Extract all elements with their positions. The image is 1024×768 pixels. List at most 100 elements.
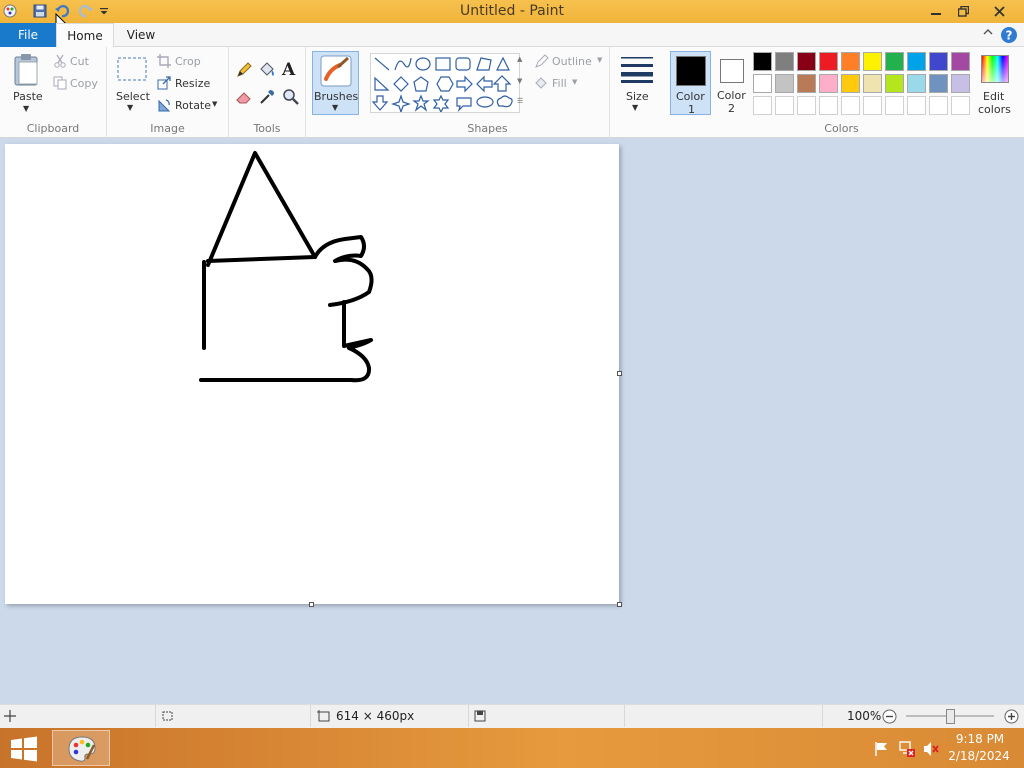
palette-swatch[interactable] (753, 52, 772, 71)
taskbar-paint-button[interactable] (52, 730, 110, 766)
palette-swatch[interactable] (775, 52, 794, 71)
palette-swatch[interactable] (797, 74, 816, 93)
palette-swatch[interactable] (863, 74, 882, 93)
shapes-scroll[interactable]: ▲ ▼ ☰ (516, 53, 526, 113)
zoom-slider-thumb[interactable] (946, 709, 955, 724)
eraser-tool[interactable] (235, 88, 253, 106)
palette-swatch[interactable] (929, 74, 948, 93)
expand-gallery-icon[interactable]: ☰ (517, 97, 523, 105)
scroll-down-icon[interactable]: ▼ (517, 77, 522, 85)
tools-group: A Tools (229, 47, 306, 138)
color1-swatch (676, 56, 706, 86)
clock-date[interactable]: 2/18/2024 (946, 749, 1012, 763)
line-size-icon (621, 57, 653, 83)
custom-color-slot[interactable] (929, 96, 948, 115)
zoom-in-button[interactable] (1004, 709, 1019, 724)
palette-swatch[interactable] (841, 74, 860, 93)
text-tool[interactable]: A (282, 60, 300, 80)
fill-button[interactable]: Fill ▼ (534, 76, 608, 92)
paint-app-icon[interactable] (2, 3, 18, 19)
palette-swatch[interactable] (819, 52, 838, 71)
color2-button[interactable]: Color 2 (713, 51, 751, 115)
copy-label: Copy (70, 77, 98, 90)
volume-muted-icon[interactable] (922, 740, 940, 758)
shapes-gallery[interactable] (370, 53, 520, 114)
brush-icon (320, 55, 352, 87)
palette-swatch[interactable] (819, 74, 838, 93)
palette-swatch[interactable] (929, 52, 948, 71)
cut-button[interactable]: Cut (53, 54, 103, 70)
magnifier-tool[interactable] (282, 88, 300, 106)
customize-toolbar-icon[interactable] (96, 3, 112, 19)
palette-swatch[interactable] (951, 74, 970, 93)
resize-handle-right[interactable] (617, 371, 622, 376)
tab-view[interactable]: View (118, 23, 164, 47)
five-point-star-shape-icon (412, 94, 430, 112)
select-button[interactable]: Select ▼ (115, 55, 150, 117)
palette-swatch[interactable] (885, 74, 904, 93)
resize-button[interactable]: Resize (157, 76, 223, 92)
colors-group-label: Colors (824, 122, 859, 135)
crop-button[interactable]: Crop (157, 54, 223, 70)
resize-handle-bottom[interactable] (309, 602, 314, 607)
clock-time[interactable]: 9:18 PM (950, 732, 1010, 746)
palette-swatch[interactable] (775, 74, 794, 93)
custom-color-slot[interactable] (863, 96, 882, 115)
palette-swatch[interactable] (797, 52, 816, 71)
color-picker-tool[interactable] (258, 88, 276, 106)
edit-colors-button[interactable]: Edit colors (978, 53, 1018, 117)
drawing-canvas[interactable] (5, 144, 622, 607)
size-button[interactable]: Size ▼ (618, 53, 656, 117)
help-icon[interactable]: ? (1000, 26, 1018, 44)
workspace (0, 138, 1024, 704)
custom-color-slot[interactable] (819, 96, 838, 115)
color1-label: Color (676, 90, 705, 103)
fill-tool[interactable] (258, 61, 276, 79)
close-button[interactable] (976, 0, 1022, 22)
custom-color-slot[interactable] (885, 96, 904, 115)
palette-swatch[interactable] (863, 52, 882, 71)
restore-button[interactable] (950, 0, 976, 22)
canvas-dimensions: 614 × 460px (336, 709, 415, 723)
color1-button[interactable]: Color 1 (670, 51, 711, 116)
tab-file[interactable]: File (0, 23, 56, 47)
scroll-up-icon[interactable]: ▲ (517, 55, 522, 63)
palette-swatch[interactable] (907, 52, 926, 71)
scissors-icon (54, 54, 66, 68)
save-icon[interactable] (32, 3, 48, 19)
resize-handle-corner[interactable] (617, 602, 622, 607)
pencil-icon (237, 62, 252, 77)
title-bar: Untitled - Paint (0, 0, 1024, 32)
collapse-ribbon-icon[interactable] (982, 26, 996, 40)
brushes-button[interactable]: Brushes ▼ (312, 51, 359, 115)
custom-color-slot[interactable] (841, 96, 860, 115)
copy-button[interactable]: Copy (53, 76, 103, 92)
chevron-down-icon: ▼ (23, 104, 30, 113)
minimize-button[interactable] (922, 0, 950, 22)
chevron-down-icon: ▼ (632, 103, 639, 112)
rotate-button[interactable]: Rotate ▼ (157, 98, 223, 114)
pencil-tool[interactable] (235, 61, 253, 79)
outline-button[interactable]: Outline ▼ (534, 54, 608, 70)
brushes-group: Brushes ▼ (306, 47, 366, 138)
custom-color-slot[interactable] (753, 96, 772, 115)
palette-swatch[interactable] (885, 52, 904, 71)
palette-swatch[interactable] (951, 52, 970, 71)
network-disconnected-icon[interactable] (898, 740, 916, 758)
zoom-out-button[interactable] (882, 709, 897, 724)
edit-colors-label-1: Edit (983, 90, 1005, 103)
custom-color-slot[interactable] (775, 96, 794, 115)
palette-swatch[interactable] (907, 74, 926, 93)
plus-circle-icon (1004, 709, 1019, 724)
custom-color-slot[interactable] (797, 96, 816, 115)
rounded-callout-shape-icon (456, 97, 472, 112)
custom-color-slot[interactable] (907, 96, 926, 115)
redo-icon[interactable] (78, 3, 94, 19)
action-center-flag-icon[interactable] (874, 741, 890, 757)
custom-color-slot[interactable] (951, 96, 970, 115)
tab-home[interactable]: Home (56, 23, 114, 48)
minus-circle-icon (882, 709, 897, 724)
start-button[interactable] (10, 736, 38, 762)
palette-swatch[interactable] (841, 52, 860, 71)
palette-swatch[interactable] (753, 74, 772, 93)
